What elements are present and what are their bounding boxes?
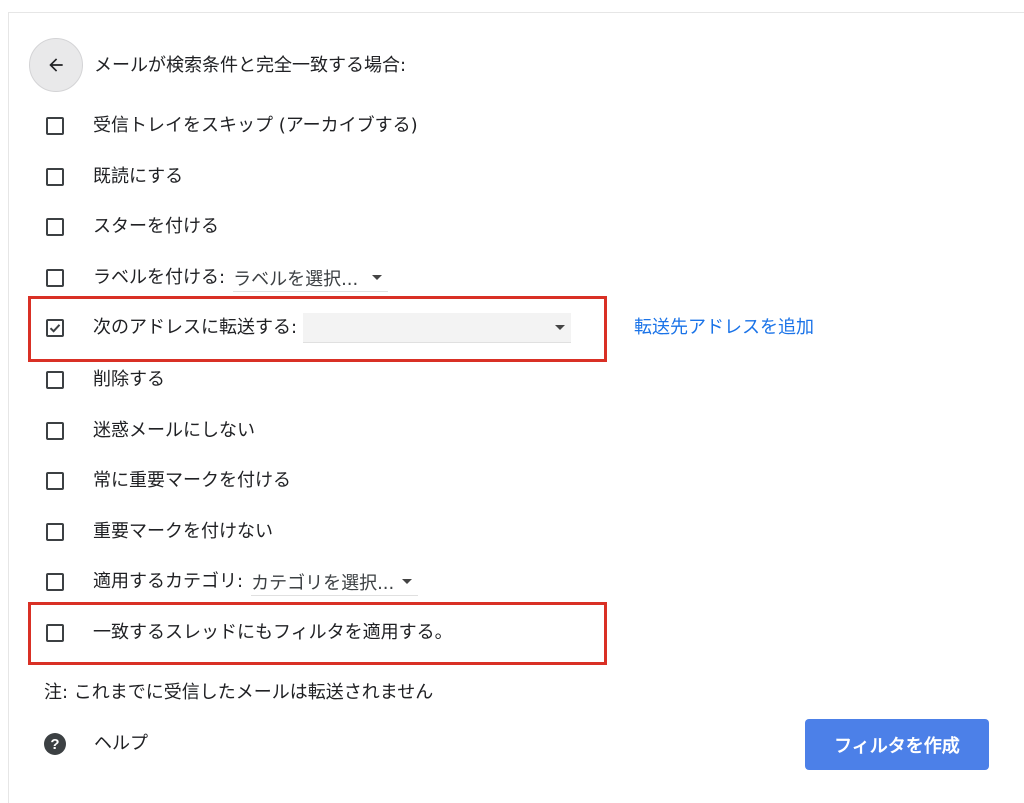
create-filter-button[interactable]: フィルタを作成 <box>805 719 989 770</box>
option-mark-read[interactable]: 既読にする <box>46 163 183 191</box>
checkbox-always-important[interactable] <box>46 472 64 490</box>
option-forward[interactable]: 次のアドレスに転送する: <box>46 313 572 343</box>
option-star[interactable]: スターを付ける <box>46 213 219 241</box>
option-never-important[interactable]: 重要マークを付けない <box>46 518 273 546</box>
option-category[interactable]: 適用するカテゴリ: カテゴリを選択... <box>46 568 419 596</box>
chevron-down-icon <box>372 275 383 280</box>
chevron-down-icon <box>555 325 566 330</box>
checkbox-forward[interactable] <box>46 319 64 337</box>
checkbox-skip-inbox[interactable] <box>46 117 64 135</box>
arrow-back-icon <box>49 58 63 72</box>
option-label: 重要マークを付けない <box>93 521 273 542</box>
option-skip-inbox[interactable]: 受信トレイをスキップ (アーカイブする) <box>46 112 418 140</box>
checkbox-mark-read[interactable] <box>46 168 64 186</box>
category-select-dropdown[interactable]: カテゴリを選択... <box>251 568 419 596</box>
back-button[interactable] <box>29 38 83 92</box>
forward-note: 注: これまでに受信したメールは転送されません <box>44 682 434 703</box>
checkbox-star[interactable] <box>46 218 64 236</box>
option-label: 次のアドレスに転送する: <box>93 317 298 338</box>
option-never-spam[interactable]: 迷惑メールにしない <box>46 417 255 445</box>
checkbox-category[interactable] <box>46 573 64 591</box>
chevron-down-icon <box>402 579 413 584</box>
add-forwarding-address-link[interactable]: 転送先アドレスを追加 <box>634 316 814 340</box>
option-label: 既読にする <box>93 166 184 187</box>
forward-address-select[interactable] <box>303 313 572 343</box>
help-icon: ? <box>44 733 66 755</box>
option-label: ラベルを付ける: <box>93 267 226 288</box>
option-label: スターを付ける <box>93 216 219 237</box>
checkbox-never-spam[interactable] <box>46 422 64 440</box>
option-apply-to-threads[interactable]: 一致するスレッドにもフィルタを適用する。 <box>46 619 453 647</box>
option-label: 受信トレイをスキップ (アーカイブする) <box>93 115 418 136</box>
option-always-important[interactable]: 常に重要マークを付ける <box>46 467 291 495</box>
option-label: 一致するスレッドにもフィルタを適用する。 <box>93 622 453 643</box>
option-label: 削除する <box>93 369 165 390</box>
checkbox-apply-label[interactable] <box>46 269 64 287</box>
dropdown-value: ラベルを選択... <box>233 268 359 290</box>
help-label: ヘルプ <box>94 733 148 754</box>
checkbox-delete[interactable] <box>46 371 64 389</box>
checkbox-never-important[interactable] <box>46 523 64 541</box>
label-select-dropdown[interactable]: ラベルを選択... <box>233 264 389 292</box>
header-title: メールが検索条件と完全一致する場合: <box>94 55 407 76</box>
dropdown-value: カテゴリを選択... <box>251 572 395 594</box>
option-apply-label[interactable]: ラベルを付ける: ラベルを選択... <box>46 264 389 292</box>
checkbox-apply-to-threads[interactable] <box>46 624 64 642</box>
option-label: 迷惑メールにしない <box>93 420 255 441</box>
option-label: 常に重要マークを付ける <box>93 470 291 491</box>
checkmark-icon <box>49 324 61 333</box>
option-delete[interactable]: 削除する <box>46 366 165 394</box>
help-link[interactable]: ? ヘルプ <box>44 732 148 756</box>
option-label: 適用するカテゴリ: <box>93 571 244 592</box>
